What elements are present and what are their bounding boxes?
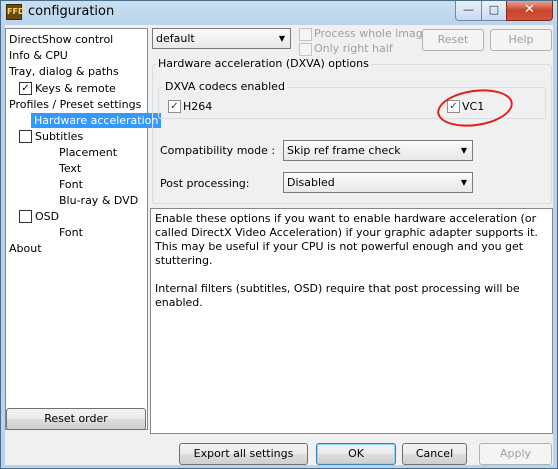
minimize-button[interactable]: — (455, 1, 482, 21)
keys-remote-checkbox[interactable]: ✓ (19, 82, 32, 95)
post-processing-combobox[interactable]: Disabled ▼ (283, 172, 473, 193)
dialog-client: DirectShow control Info & CPU Tray, dial… (5, 25, 553, 465)
process-whole-image-label: Process whole image (314, 27, 430, 40)
tree-item-osd-font[interactable]: Font (59, 225, 83, 240)
tree-item-osd[interactable]: OSD (35, 209, 59, 224)
tree-item-directshow-control[interactable]: DirectShow control (9, 32, 113, 47)
compatibility-mode-combobox[interactable]: Skip ref frame check ▼ (283, 140, 473, 161)
only-right-half-checkbox[interactable] (299, 43, 312, 56)
ok-button[interactable]: OK (316, 443, 396, 465)
settings-tree[interactable]: DirectShow control Info & CPU Tray, dial… (5, 28, 162, 430)
window-title: configuration (28, 4, 115, 19)
tree-item-subtitles[interactable]: Subtitles (35, 129, 83, 144)
process-whole-image-checkbox[interactable] (299, 28, 312, 41)
compatibility-mode-label: Compatibility mode : (160, 144, 276, 157)
tree-item-bluray-dvd[interactable]: Blu-ray & DVD (59, 193, 138, 208)
dropdown-arrow-icon: ▼ (460, 178, 467, 187)
h264-label: H264 (183, 100, 213, 113)
maximize-button[interactable]: □ (481, 1, 507, 21)
reset-button[interactable]: Reset (422, 29, 484, 51)
tree-item-keys-remote[interactable]: Keys & remote (35, 81, 116, 96)
preset-value: default (156, 32, 195, 45)
compatibility-mode-value: Skip ref frame check (287, 144, 401, 157)
dropdown-arrow-icon: ▼ (460, 146, 467, 155)
description-paragraph-2: Internal filters (subtitles, OSD) requir… (155, 282, 520, 309)
post-processing-label: Post processing: (160, 177, 250, 190)
tree-item-info-cpu[interactable]: Info & CPU (9, 48, 68, 63)
tree-item-hardware-acceleration[interactable]: Hardware acceleration (31, 113, 162, 128)
subtitles-checkbox[interactable] (19, 130, 32, 143)
hwaccel-group-title: Hardware acceleration (DXVA) options (156, 57, 371, 70)
tree-item-profiles-preset[interactable]: Profiles / Preset settings (9, 97, 141, 112)
help-button[interactable]: Help (490, 29, 552, 51)
dropdown-arrow-icon: ▼ (278, 34, 285, 43)
tree-item-text[interactable]: Text (59, 161, 81, 176)
title-bar[interactable]: FFD configuration — □ ✕ (1, 1, 557, 25)
close-button[interactable]: ✕ (506, 1, 553, 21)
cancel-button[interactable]: Cancel (402, 443, 467, 465)
description-paragraph-1: Enable these options if you want to enab… (155, 212, 538, 267)
tree-item-subtitles-font[interactable]: Font (59, 177, 83, 192)
osd-checkbox[interactable] (19, 210, 32, 223)
configuration-window: FFD configuration — □ ✕ DirectShow contr… (0, 0, 558, 469)
description-panel: Enable these options if you want to enab… (150, 208, 553, 434)
tree-item-placement[interactable]: Placement (59, 145, 117, 160)
post-processing-value: Disabled (287, 176, 335, 189)
tree-item-about[interactable]: About (9, 241, 42, 256)
dxva-codecs-title: DXVA codecs enabled (163, 80, 287, 93)
only-right-half-label: Only right half (314, 42, 393, 55)
preset-combobox[interactable]: default ▼ (152, 28, 291, 49)
tree-item-tray-dialog-paths[interactable]: Tray, dialog & paths (9, 64, 119, 79)
apply-button[interactable]: Apply (479, 443, 552, 465)
reset-order-button[interactable]: Reset order (6, 408, 146, 430)
export-all-settings-button[interactable]: Export all settings (179, 443, 308, 465)
ffdshow-app-icon: FFD (6, 4, 25, 20)
h264-checkbox[interactable]: ✓ (168, 100, 181, 113)
